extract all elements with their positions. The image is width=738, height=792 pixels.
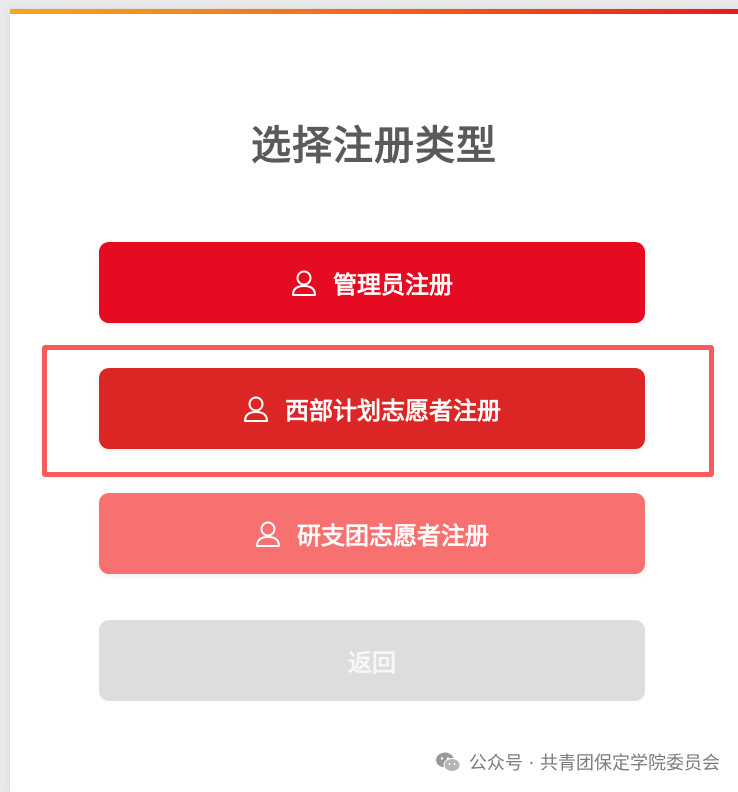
western-volunteer-register-label: 西部计划志愿者注册: [285, 397, 501, 425]
user-icon: [256, 521, 280, 547]
user-icon: [292, 270, 316, 296]
page-title: 选择注册类型: [251, 123, 497, 169]
user-icon: [244, 396, 268, 422]
wechat-watermark: 公众号 · 共青团保定学院委员会: [435, 749, 720, 775]
back-button-label: 返回: [348, 649, 396, 677]
wechat-icon: [435, 752, 461, 772]
western-volunteer-register-button[interactable]: 西部计划志愿者注册: [99, 368, 645, 449]
accent-bar: [10, 9, 738, 14]
graduate-volunteer-register-button[interactable]: 研支团志愿者注册: [99, 493, 645, 574]
admin-register-button[interactable]: 管理员注册: [99, 242, 645, 323]
watermark-text: 公众号 · 共青团保定学院委员会: [468, 753, 720, 774]
graduate-volunteer-register-label: 研支团志愿者注册: [297, 522, 489, 550]
back-button[interactable]: 返回: [99, 620, 645, 701]
registration-card: 选择注册类型 管理员注册 西部计划志愿者注册 研支团志愿者注册 返回 公众号 ·…: [10, 9, 738, 792]
admin-register-label: 管理员注册: [333, 271, 453, 299]
